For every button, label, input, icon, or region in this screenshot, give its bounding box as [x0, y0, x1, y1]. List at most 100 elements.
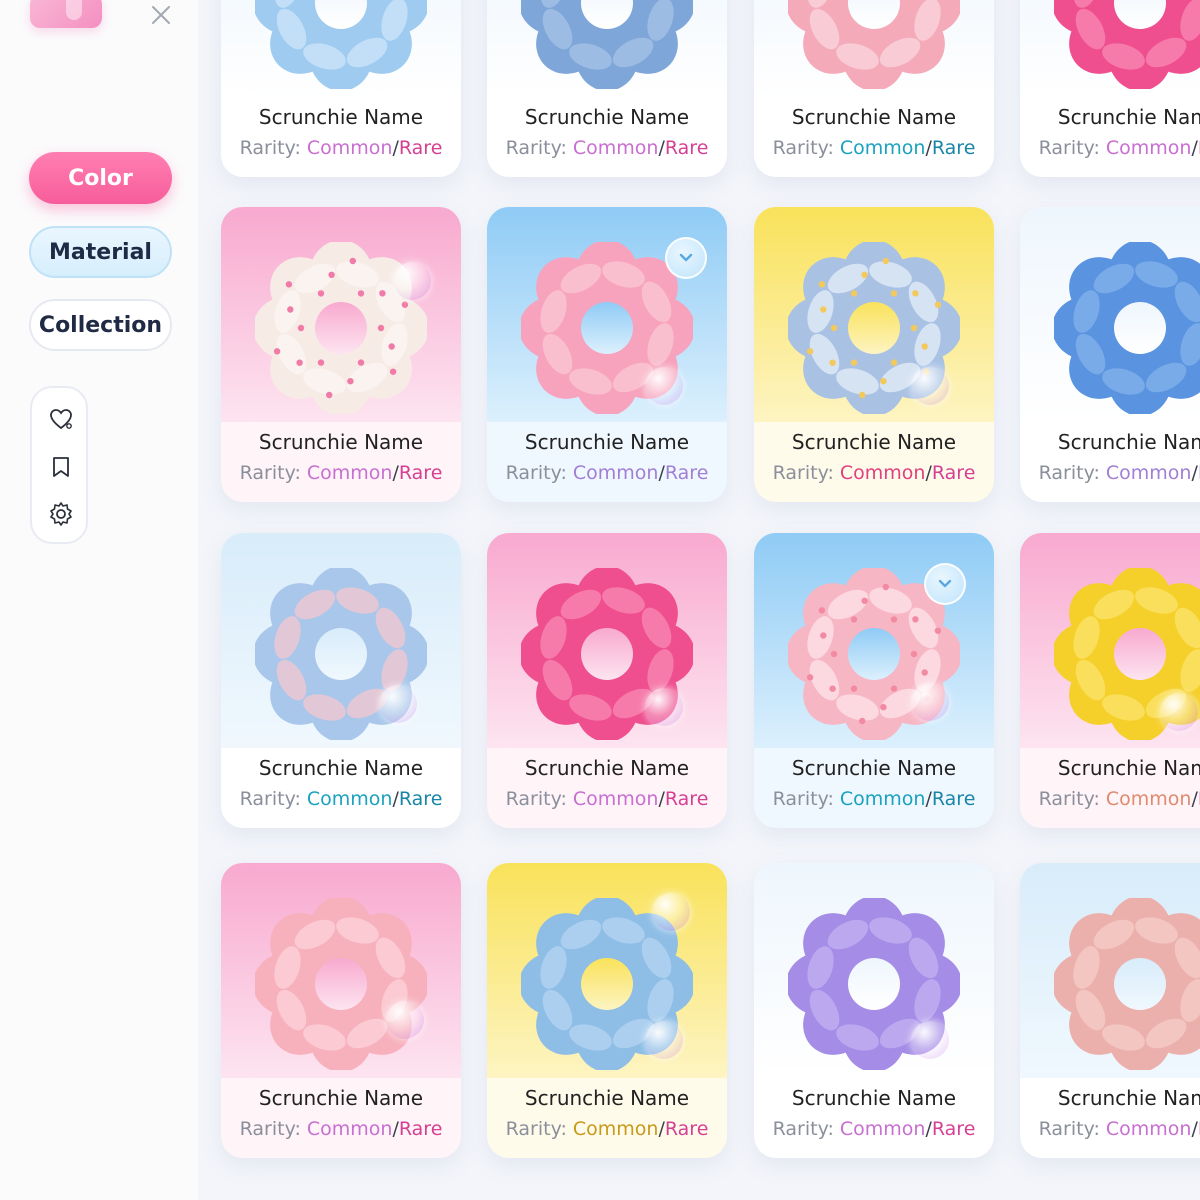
sparkle-bubble-icon: [645, 688, 683, 726]
rarity-rare: Rare: [931, 462, 976, 484]
rarity-common: Common: [572, 788, 659, 810]
rarity-common: Common: [306, 788, 393, 810]
rarity-rare: Rare: [664, 1118, 709, 1140]
sparkle-bubble-icon: [652, 893, 690, 931]
scrunchie-card[interactable]: Scrunchie Name Rarity: Common/Rare: [1020, 207, 1200, 502]
rarity-common: Common: [572, 462, 659, 484]
rarity-rare: Rare: [664, 788, 709, 810]
scrunchie-card[interactable]: Scrunchie Name Rarity: Common/Rare: [487, 0, 727, 177]
rarity-prefix: Rarity:: [505, 788, 567, 810]
sparkle-bubble-icon: [393, 262, 431, 300]
rarity-common: Common: [839, 1118, 926, 1140]
rarity-rare: Rare: [931, 788, 976, 810]
filter-material-label: Material: [49, 239, 152, 265]
rarity-line: Rarity: Common/Rare: [487, 462, 727, 484]
rarity-rare: Rare: [664, 462, 709, 484]
scrunchie-name: Scrunchie Name: [524, 1086, 690, 1110]
rarity-rare: Rare: [931, 137, 976, 159]
rarity-common: Common: [306, 462, 393, 484]
scrunchie-card[interactable]: Scrunchie Name Rarity: Common/Rare: [1020, 0, 1200, 177]
scrunchie-name: Scrunchie Name: [1057, 756, 1200, 780]
rarity-rare: Rare: [398, 1118, 443, 1140]
settings-icon[interactable]: [48, 501, 74, 527]
rarity-common: Common: [1105, 137, 1192, 159]
app-logo: [30, 0, 102, 28]
bookmark-icon[interactable]: [48, 454, 74, 480]
rarity-common: Common: [839, 462, 926, 484]
scrunchie-card[interactable]: Scrunchie Name Rarity: Common/Rare: [487, 207, 727, 502]
rarity-prefix: Rarity:: [1038, 137, 1100, 159]
scrunchie-image: [786, 0, 962, 91]
rarity-common: Common: [839, 788, 926, 810]
rarity-prefix: Rarity:: [772, 137, 834, 159]
scrunchie-name: Scrunchie Name: [258, 105, 424, 129]
scrunchie-card[interactable]: Scrunchie Name Rarity: Common/Rare: [754, 0, 994, 177]
scrunchie-card[interactable]: Scrunchie Name Rarity: Common/Rare: [754, 207, 994, 502]
scrunchie-card[interactable]: Scrunchie Name Rarity: Common/Rare: [754, 863, 994, 1158]
rarity-line: Rarity: Common/Rare: [221, 788, 461, 810]
rarity-line: Rarity: Common/Rare: [487, 1118, 727, 1140]
rarity-prefix: Rarity:: [772, 788, 834, 810]
rarity-line: Rarity: Common/Rare: [754, 1118, 994, 1140]
rarity-line: Rarity: Common/Rare: [754, 137, 994, 159]
scrunchie-card[interactable]: Scrunchie Name Rarity: Common/Rare: [1020, 533, 1200, 828]
close-icon[interactable]: [150, 4, 172, 26]
rarity-rare: Rare: [398, 137, 443, 159]
scrunchie-name: Scrunchie Name: [258, 1086, 424, 1110]
scrunchie-card[interactable]: Scrunchie Name Rarity: Common/Rare: [1020, 863, 1200, 1158]
rarity-prefix: Rarity:: [505, 462, 567, 484]
scrunchie-name: Scrunchie Name: [791, 756, 957, 780]
scrunchie-name: Scrunchie Name: [524, 105, 690, 129]
scrunchie-name: Scrunchie Name: [791, 430, 957, 454]
rarity-common: Common: [1105, 1118, 1192, 1140]
filter-color-label: Color: [68, 165, 133, 191]
sparkle-bubble-icon: [911, 683, 949, 721]
sidebar: Color Material Collection: [0, 0, 198, 1200]
scrunchie-name: Scrunchie Name: [1057, 430, 1200, 454]
rarity-common: Common: [839, 137, 926, 159]
sparkle-bubble-icon: [386, 1001, 424, 1039]
scrunchie-image: [1052, 0, 1200, 91]
scrunchie-card[interactable]: Scrunchie Name Rarity: Common/Rare: [221, 533, 461, 828]
rarity-line: Rarity: Common/Rare: [754, 462, 994, 484]
scrunchie-image: [1052, 896, 1200, 1072]
rarity-line: Rarity: Common/Rare: [221, 1118, 461, 1140]
filter-color-button[interactable]: Color: [29, 152, 172, 204]
scrunchie-card[interactable]: Scrunchie Name Rarity: Common/Rare: [221, 863, 461, 1158]
scrunchie-card[interactable]: Scrunchie Name Rarity: Common/Rare: [754, 533, 994, 828]
filter-collection-button[interactable]: Collection: [29, 299, 172, 351]
rarity-line: Rarity: Common/Rare: [754, 788, 994, 810]
rarity-common: Common: [306, 137, 393, 159]
scrunchie-image: [1052, 240, 1200, 416]
scrunchie-name: Scrunchie Name: [1057, 1086, 1200, 1110]
scrunchie-image: [253, 896, 429, 1072]
scrunchie-image: [253, 0, 429, 91]
rarity-prefix: Rarity:: [1038, 462, 1100, 484]
sparkle-bubble-icon: [1160, 693, 1198, 731]
scrunchie-name: Scrunchie Name: [791, 1086, 957, 1110]
rarity-prefix: Rarity:: [239, 462, 301, 484]
sparkle-bubble-icon: [645, 1021, 683, 1059]
scrunchie-card[interactable]: Scrunchie Name Rarity: Common/Rare: [487, 533, 727, 828]
rarity-rare: Rare: [664, 137, 709, 159]
rarity-prefix: Rarity:: [1038, 788, 1100, 810]
scrunchie-card[interactable]: Scrunchie Name Rarity: Common/Rare: [221, 0, 461, 177]
scrunchie-card[interactable]: Scrunchie Name Rarity: Common/Rare: [221, 207, 461, 502]
rarity-line: Rarity: Common/Rare: [221, 137, 461, 159]
rarity-line: Rarity: Common/Rare: [221, 462, 461, 484]
rarity-rare: Rare: [398, 462, 443, 484]
scrunchie-grid: Scrunchie Name Rarity: Common/Rare Scrunch…: [198, 0, 1200, 1200]
scrunchie-card[interactable]: Scrunchie Name Rarity: Common/Rare: [487, 863, 727, 1158]
rarity-line: Rarity: Common/Rare: [1020, 788, 1200, 810]
rarity-prefix: Rarity:: [772, 462, 834, 484]
scrunchie-name: Scrunchie Name: [258, 756, 424, 780]
heart-icon[interactable]: [48, 406, 74, 432]
rarity-common: Common: [572, 137, 659, 159]
rarity-line: Rarity: Common/Rare: [1020, 1118, 1200, 1140]
sparkle-bubble-icon: [379, 685, 417, 723]
rarity-prefix: Rarity:: [772, 1118, 834, 1140]
chevron-down-icon[interactable]: [924, 563, 966, 605]
filter-material-button[interactable]: Material: [29, 226, 172, 278]
sparkle-bubble-icon: [911, 367, 949, 405]
chevron-down-icon[interactable]: [665, 237, 707, 279]
